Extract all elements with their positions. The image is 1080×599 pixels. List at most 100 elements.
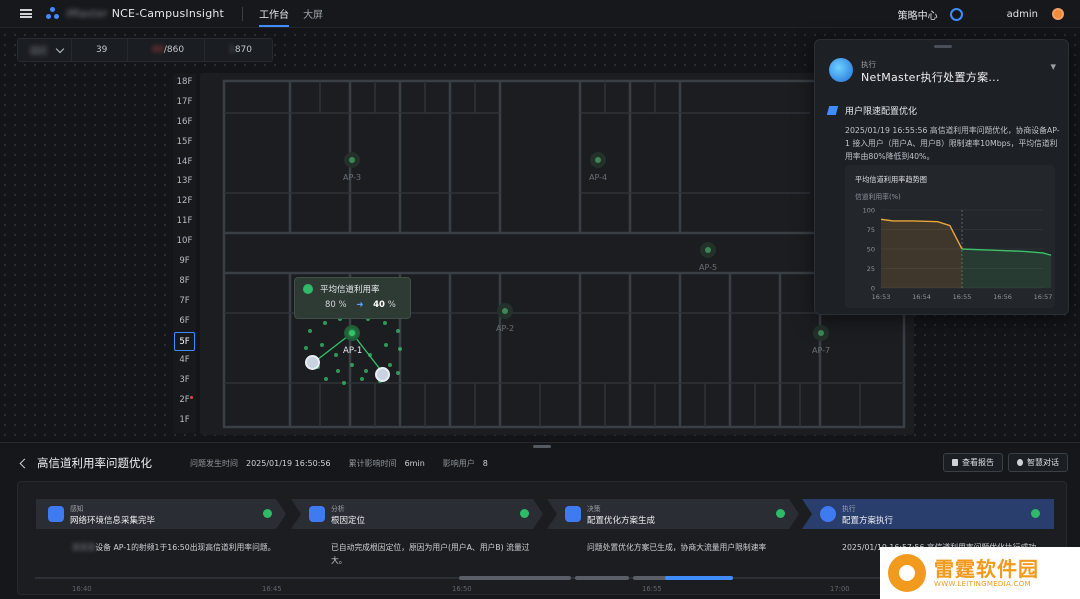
user-a-avatar[interactable] (305, 355, 320, 370)
issue-header: 高信道利用率问题优化 问题发生时间 2025/01/19 16:50:56 累计… (18, 452, 1068, 474)
watermark-url: WWW.LEITINGMEDIA.COM (934, 580, 1031, 588)
y-tick-label: 50 (867, 246, 875, 254)
tooltip-to-unit: % (387, 300, 396, 310)
series-area-1 (881, 219, 962, 288)
filter-stat-3-prefix: 1 (229, 45, 235, 55)
step-analyze[interactable]: 分析 根因定位 (291, 499, 543, 529)
floor-2f[interactable]: 2F (173, 391, 196, 411)
perceive-icon (48, 506, 64, 522)
floor-7f[interactable]: 7F (173, 292, 196, 312)
menu-icon[interactable] (20, 9, 32, 18)
timeline-tick: 16:45 (262, 585, 282, 593)
collapse-icon[interactable]: ▾ (1050, 60, 1056, 73)
filter-stat-2-prefix: 60 (152, 45, 164, 55)
x-tick-label: 16:53 (872, 293, 891, 301)
ap-marker-2[interactable] (497, 303, 513, 319)
tab-bigscreen[interactable]: 大屏 (303, 6, 323, 21)
arrow-right-icon: ➜ (356, 300, 364, 310)
issue-title: 高信道利用率问题优化 (37, 456, 152, 470)
y-tick-label: 100 (863, 207, 875, 215)
step-analyze-title: 根因定位 (331, 515, 366, 526)
floor-10f[interactable]: 10F (173, 232, 196, 252)
back-icon[interactable] (19, 458, 30, 468)
floor-12f[interactable]: 12F (173, 192, 196, 212)
timeline-tick: 16:55 (642, 585, 662, 593)
floor-3f[interactable]: 3F (173, 371, 196, 391)
x-tick-label: 16:55 (953, 293, 972, 301)
step-perceive[interactable]: 感知 网络环境信息采集完毕 (36, 499, 286, 529)
avatar[interactable] (1052, 8, 1064, 20)
filter-stat-1-value: 39 (95, 45, 108, 55)
filter-stat-1: 39 (72, 39, 129, 61)
logo-icon (46, 6, 60, 21)
view-report-label: 查看报告 (962, 458, 994, 467)
timeline-tick: 16:40 (72, 585, 92, 593)
floor-18f[interactable]: 18F (173, 73, 196, 93)
top-right-actions: 策略中心 admin (898, 0, 1064, 28)
step-execute-stage: 执行 (842, 504, 856, 513)
step-analyze-stage: 分析 (331, 504, 345, 513)
view-report-button[interactable]: 查看报告 (943, 453, 1003, 472)
watermark: 雷霆软件园 WWW.LEITINGMEDIA.COM (880, 547, 1080, 599)
strategy-center-link[interactable]: 策略中心 (898, 7, 938, 22)
floor-9f[interactable]: 9F (173, 252, 196, 272)
timeline-segment-2[interactable] (575, 576, 629, 580)
step-decide[interactable]: 决策 配置优化方案生成 (547, 499, 799, 529)
alarm-dot (190, 396, 193, 400)
app-title: iMaster NCE-CampusInsight (66, 7, 224, 20)
timeline-segment-active[interactable] (665, 576, 733, 580)
ap-marker-7[interactable] (813, 325, 829, 341)
ap-marker-1[interactable] (344, 325, 360, 341)
lightning-icon (826, 106, 839, 115)
divider (242, 6, 244, 21)
decide-icon (565, 506, 581, 522)
floor-16f[interactable]: 16F (173, 113, 196, 133)
x-tick-label: 16:54 (912, 293, 931, 301)
analyze-icon (309, 506, 325, 522)
floor-14f[interactable]: 14F (173, 153, 196, 173)
filter-stat-2-value: /860 (163, 45, 185, 55)
step-execute[interactable]: 执行 配置方案执行 (802, 499, 1054, 529)
smart-chat-button[interactable]: 智慧对话 (1008, 453, 1068, 472)
floor-8f[interactable]: 8F (173, 272, 196, 292)
site-select[interactable]: 园区 (18, 39, 72, 61)
resize-handle[interactable] (533, 445, 551, 448)
step-perceive-desc: 某某某设备 AP-1的射频1于16:50出现高信道利用率问题。 (72, 542, 282, 555)
user-b-avatar[interactable] (375, 367, 390, 382)
floor-1f[interactable]: 1F (173, 411, 196, 431)
ap-label-5: AP-5 (699, 263, 718, 272)
trend-chart-card: 平均信道利用率趋势图 信道利用率(%) 100 75 50 25 0 16:53 16:54… (845, 165, 1055, 308)
tab-workbench[interactable]: 工作台 (259, 0, 290, 27)
floor-5f[interactable]: 5F (174, 331, 195, 352)
timeline-segment-1[interactable] (459, 576, 571, 580)
floor-11f[interactable]: 11F (173, 212, 196, 232)
step-perceive-stage: 感知 (70, 504, 84, 513)
gear-icon[interactable] (949, 7, 963, 21)
y-tick-label: 75 (867, 226, 875, 234)
section-body: 2025/01/19 16:55:56 高信道利用率问题优化，协商设备AP-1 … (845, 126, 1060, 161)
trend-chart: 100 75 50 25 016:53 16:54 16:55 16:56 16:57 (863, 207, 1053, 302)
floor-13f[interactable]: 13F (173, 172, 196, 192)
check-icon (776, 509, 785, 518)
tooltip-from-unit: % (338, 300, 347, 310)
filter-stat-3-value: 870 (234, 45, 252, 55)
timeline-tick: 16:50 (452, 585, 472, 593)
users-value: 8 (482, 458, 488, 468)
ap-marker-4[interactable] (590, 152, 606, 168)
check-icon (520, 509, 529, 518)
floor-15f[interactable]: 15F (173, 133, 196, 153)
timeline-tick: 17:00 (830, 585, 850, 593)
step-execute-title: 配置方案执行 (842, 515, 894, 526)
report-icon (952, 459, 958, 466)
check-icon (263, 509, 272, 518)
drag-handle[interactable] (934, 45, 952, 48)
ap-marker-5[interactable] (700, 242, 716, 258)
floor-17f[interactable]: 17F (173, 93, 196, 113)
floor-6f[interactable]: 6F (173, 312, 196, 332)
filter-bar: 园区 39 60/860 1 870 (17, 38, 273, 62)
admin-username[interactable]: admin (1007, 9, 1038, 20)
ap-marker-3[interactable] (344, 152, 360, 168)
ap-label-7: AP-7 (812, 346, 831, 355)
floor-4f[interactable]: 4F (173, 351, 196, 371)
ap-label-2: AP-2 (496, 324, 515, 333)
